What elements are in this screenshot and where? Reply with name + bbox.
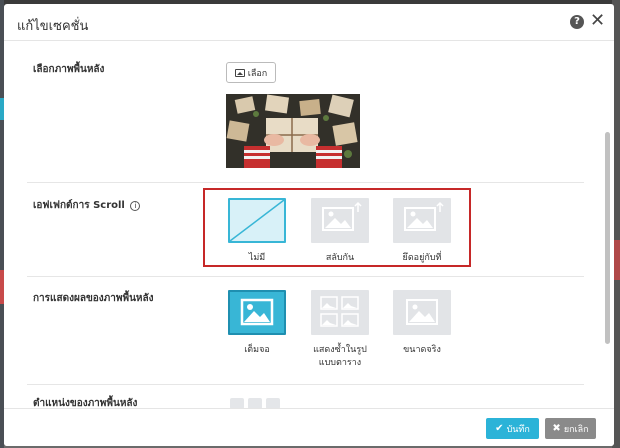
bg-position-label: ตำแหน่งของภาพพื้นหลัง [33, 398, 138, 408]
background-preview-image [226, 94, 360, 168]
dialog-title: แก้ไขเซคชั่น [17, 19, 89, 34]
bg-display-option-actual-size[interactable]: ขนาดจริง [390, 290, 454, 357]
dialog-header: แก้ไขเซคชั่น ? ✕ [4, 4, 614, 41]
tiled-images-icon [311, 290, 369, 335]
fullscreen-image-icon [228, 290, 286, 335]
dialog-footer: ✔ บันทึก ✖ ยกเลิก [4, 408, 614, 446]
highlight-box [203, 188, 471, 267]
save-label: บันทึก [506, 424, 530, 435]
dialog-body: เลือกภาพพื้นหลัง เลือก เอฟเฟกต์การ Scrol… [4, 42, 604, 408]
close-icon: ✖ [552, 423, 561, 434]
choose-image-button[interactable]: เลือก [226, 62, 276, 83]
help-icon[interactable]: ? [570, 15, 584, 29]
bg-display-label: การแสดงผลของภาพพื้นหลัง [33, 293, 154, 304]
position-option[interactable] [248, 398, 262, 408]
bg-display-tile-label: แสดงซ้ำในรูป แบบตาราง [313, 345, 367, 368]
edit-section-dialog: แก้ไขเซคชั่น ? ✕ เลือกภาพพื้นหลัง เลือก [4, 4, 614, 446]
cancel-label: ยกเลิก [563, 424, 589, 435]
section-divider [27, 276, 584, 277]
bg-display-fullscreen-label: เต็มจอ [244, 345, 270, 355]
info-icon[interactable]: i [130, 201, 141, 211]
bg-display-option-fullscreen[interactable]: เต็มจอ [225, 290, 289, 357]
scroll-effect-label: เอฟเฟกต์การ Scroll i [33, 198, 141, 213]
bg-display-actual-size-label: ขนาดจริง [403, 345, 441, 355]
position-option[interactable] [266, 398, 280, 408]
dialog-scrollbar[interactable] [605, 42, 611, 408]
check-icon: ✔ [495, 423, 504, 434]
save-button[interactable]: ✔ บันทึก [486, 418, 539, 439]
section-divider [27, 384, 584, 385]
position-option[interactable] [230, 398, 244, 408]
section-divider [27, 182, 584, 183]
image-icon [234, 68, 245, 77]
choose-image-label: เลือก [247, 68, 268, 79]
bg-display-option-tile[interactable]: แสดงซ้ำในรูป แบบตาราง [308, 290, 372, 370]
background-image-label: เลือกภาพพื้นหลัง [33, 64, 105, 75]
close-icon[interactable]: ✕ [590, 12, 605, 30]
gift-wrapping-photo [226, 94, 360, 168]
actual-size-image-icon [393, 290, 451, 335]
cancel-button[interactable]: ✖ ยกเลิก [545, 418, 596, 439]
scrollbar-thumb[interactable] [605, 132, 610, 344]
